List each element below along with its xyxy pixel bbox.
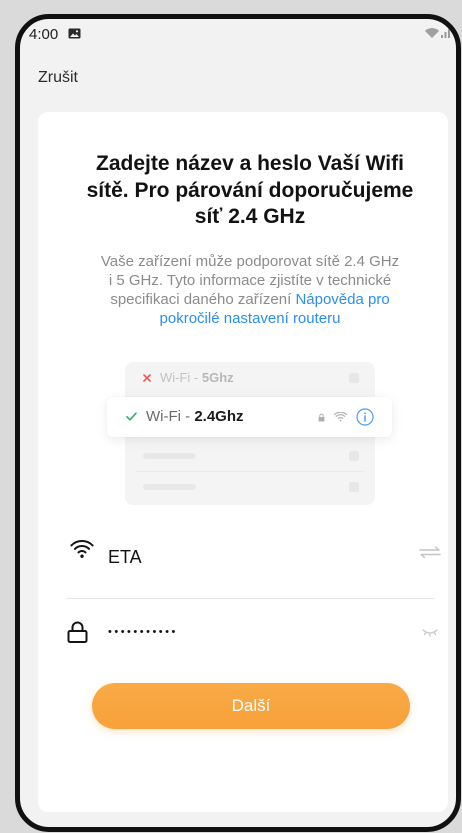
next-button[interactable]: Další bbox=[92, 683, 410, 729]
field-divider bbox=[66, 598, 434, 599]
info-icon bbox=[356, 408, 374, 426]
network-band: 2.4Ghz bbox=[194, 408, 244, 425]
description-line-3: specifikaci daného zařízení bbox=[110, 291, 292, 308]
network-2-4ghz-label: Wi-Fi - 2.4Ghz bbox=[146, 408, 244, 426]
eye-closed-icon[interactable] bbox=[422, 628, 438, 638]
description: Vaše zařízení může podporovat sítě 2.4 G… bbox=[50, 252, 450, 328]
description-line-1: Vaše zařízení může podporovat sítě 2.4 G… bbox=[100, 253, 400, 270]
cancel-button[interactable]: Zrušit bbox=[38, 69, 78, 87]
password-field[interactable]: ••••••••••• bbox=[66, 612, 438, 652]
signal-icon bbox=[441, 27, 451, 39]
row-divider bbox=[135, 471, 365, 472]
cross-icon bbox=[143, 374, 151, 382]
page-title: Zadejte název a heslo Vaší Wifi sítě. Pr… bbox=[50, 151, 450, 231]
title-line-2: sítě. Pro párování doporučujeme bbox=[86, 178, 414, 202]
placeholder-square bbox=[349, 373, 359, 383]
router-help-link-line-2: pokročilé nastavení routeru bbox=[159, 310, 341, 327]
placeholder-bar bbox=[143, 453, 196, 459]
phone-screen: 4:00 Zrušit Zadejte název a heslo Vaší W… bbox=[15, 14, 461, 832]
network-2-4ghz-row: Wi-Fi - 2.4Ghz bbox=[107, 397, 392, 437]
status-time: 4:00 bbox=[29, 26, 59, 43]
network-prefix: Wi-Fi - bbox=[160, 370, 202, 385]
network-5ghz-label: Wi-Fi - 5Ghz bbox=[160, 370, 234, 386]
title-line-3: síť 2.4 GHz bbox=[194, 205, 306, 228]
wifi-icon bbox=[334, 412, 347, 422]
gallery-icon bbox=[68, 28, 81, 39]
placeholder-square bbox=[349, 451, 359, 461]
placeholder-bar bbox=[143, 484, 196, 490]
title-line-1: Zadejte název a heslo Vaší Wifi bbox=[96, 152, 404, 175]
wifi-icon bbox=[70, 539, 94, 559]
network-prefix: Wi-Fi - bbox=[146, 408, 195, 425]
lock-icon bbox=[67, 621, 88, 643]
lock-icon bbox=[318, 413, 325, 422]
wifi-name-value: ETA bbox=[108, 547, 142, 567]
description-line-2: i 5 GHz. Tyto informace zjistíte v techn… bbox=[108, 272, 392, 289]
network-band: 5Ghz bbox=[201, 370, 234, 385]
router-help-link-line-1: Nápověda pro bbox=[295, 291, 390, 308]
wifi-status-icon bbox=[424, 27, 440, 39]
swap-icon[interactable] bbox=[419, 546, 441, 558]
wifi-name-field[interactable]: ETA bbox=[66, 532, 441, 572]
check-icon bbox=[126, 412, 137, 421]
placeholder-square bbox=[349, 482, 359, 492]
password-value: ••••••••••• bbox=[108, 626, 178, 638]
wifi-setup-card: Zadejte název a heslo Vaší Wifi sítě. Pr… bbox=[38, 112, 448, 812]
